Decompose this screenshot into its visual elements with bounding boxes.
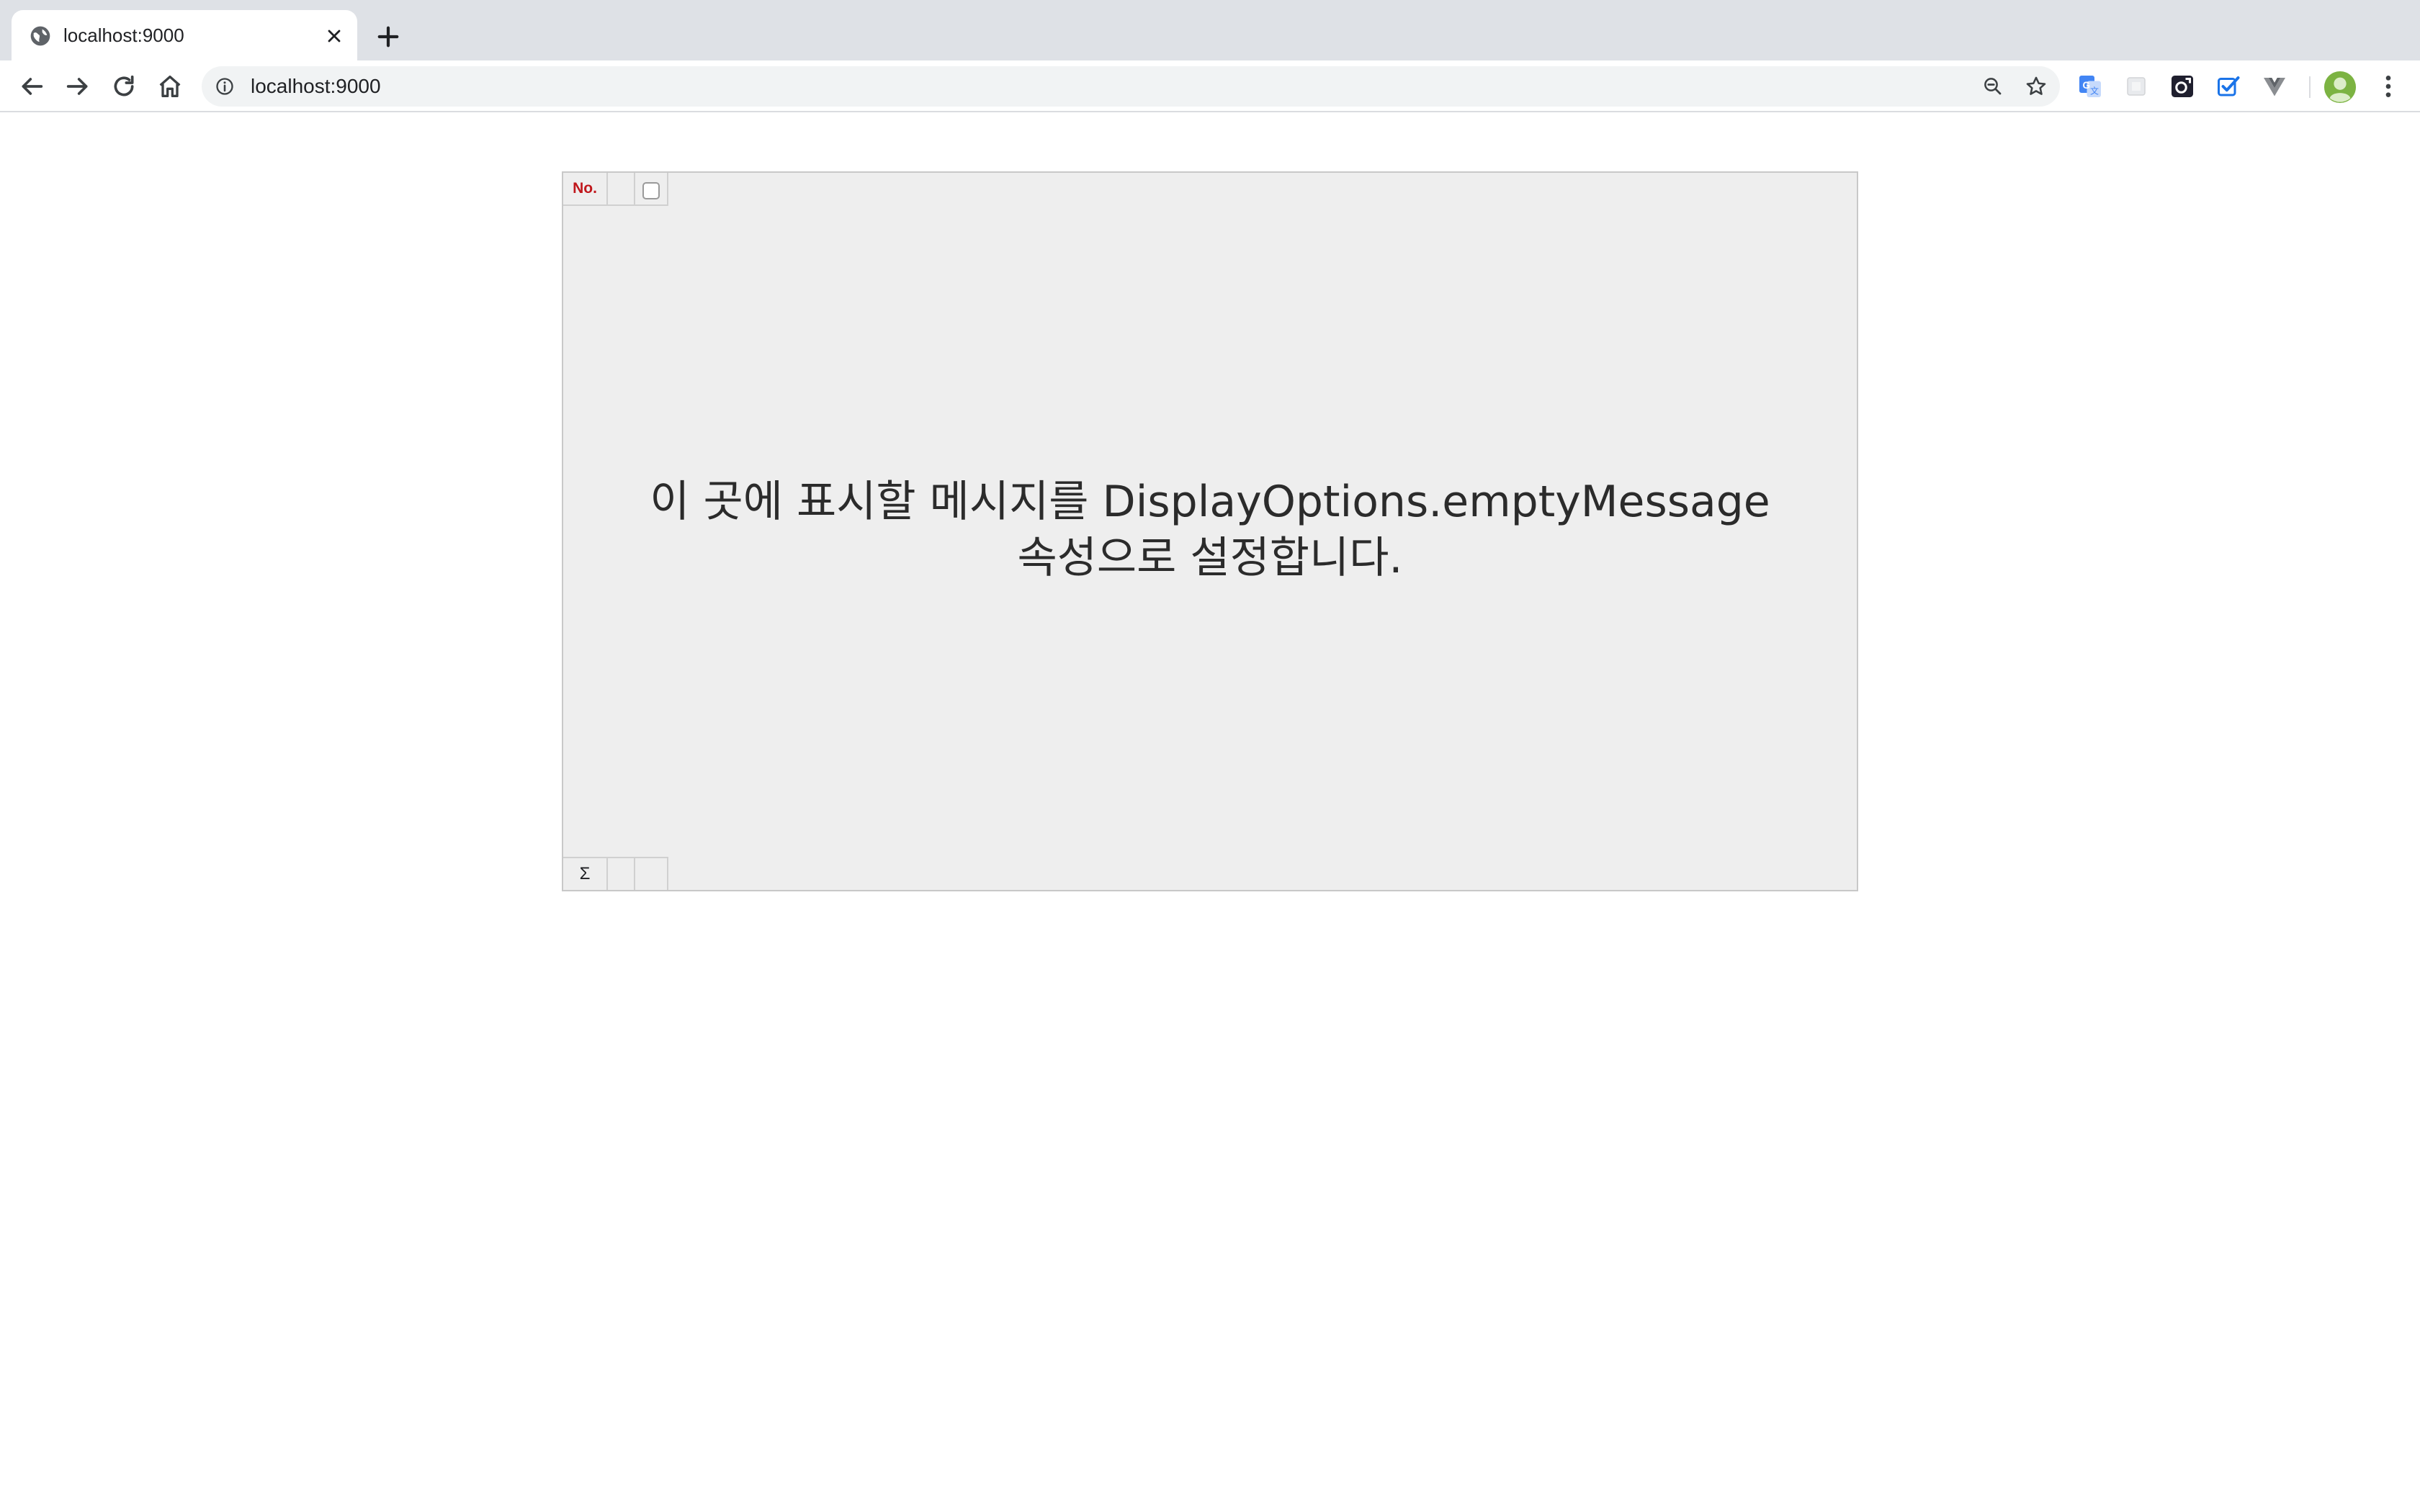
browser-toolbar: localhost:9000 G 文 <box>0 60 2420 112</box>
data-grid: No. 이 곳에 표시할 메시지를 DisplayOptions.emptyMe… <box>562 171 1858 891</box>
check-all-checkbox[interactable] <box>642 182 660 199</box>
address-url: localhost:9000 <box>251 75 381 97</box>
empty-message-line1: 이 곳에 표시할 메시지를 DisplayOptions.emptyMessag… <box>650 477 1770 527</box>
site-info-icon[interactable] <box>215 76 235 96</box>
footer-state-cell <box>608 858 635 890</box>
browser-tab[interactable]: localhost:9000 <box>12 10 357 60</box>
back-arrow-icon[interactable] <box>17 72 46 101</box>
tab-strip: localhost:9000 <box>0 0 2420 60</box>
svg-text:G: G <box>2083 80 2091 91</box>
blank-extension-icon[interactable] <box>2123 73 2149 99</box>
profile-avatar[interactable] <box>2323 71 2357 104</box>
vue-devtools-icon[interactable] <box>2262 73 2287 99</box>
checkbox-extension-icon[interactable] <box>2215 73 2241 99</box>
toolbar-separator <box>2309 76 2311 98</box>
bookmark-star-icon[interactable] <box>2024 74 2048 99</box>
row-number-label: No. <box>573 180 597 197</box>
zoom-out-icon[interactable] <box>1982 76 2004 97</box>
footer-sum-label: Σ <box>563 858 608 890</box>
globe-icon <box>30 26 50 46</box>
row-number-header: No. <box>563 173 608 204</box>
home-icon[interactable] <box>156 72 184 101</box>
grid-footer: Σ <box>563 857 668 890</box>
more-menu-icon[interactable] <box>2377 72 2400 101</box>
google-translate-icon[interactable]: G 文 <box>2077 73 2103 99</box>
new-tab-plus-icon[interactable] <box>373 22 403 52</box>
footer-check-cell <box>635 858 667 890</box>
address-bar[interactable]: localhost:9000 <box>202 66 2060 107</box>
tab-title: localhost:9000 <box>63 24 184 46</box>
svg-text:文: 文 <box>2090 86 2099 96</box>
camera-extension-icon[interactable] <box>2169 73 2195 99</box>
reload-icon[interactable] <box>109 72 138 101</box>
empty-message-line2: 속성으로 설정합니다. <box>1017 533 1403 583</box>
row-state-header <box>608 173 635 204</box>
empty-message: 이 곳에 표시할 메시지를 DisplayOptions.emptyMessag… <box>563 474 1857 586</box>
grid-header: No. <box>563 173 668 206</box>
close-icon[interactable] <box>324 26 344 46</box>
forward-arrow-icon[interactable] <box>63 72 92 101</box>
check-all-header <box>635 173 667 204</box>
